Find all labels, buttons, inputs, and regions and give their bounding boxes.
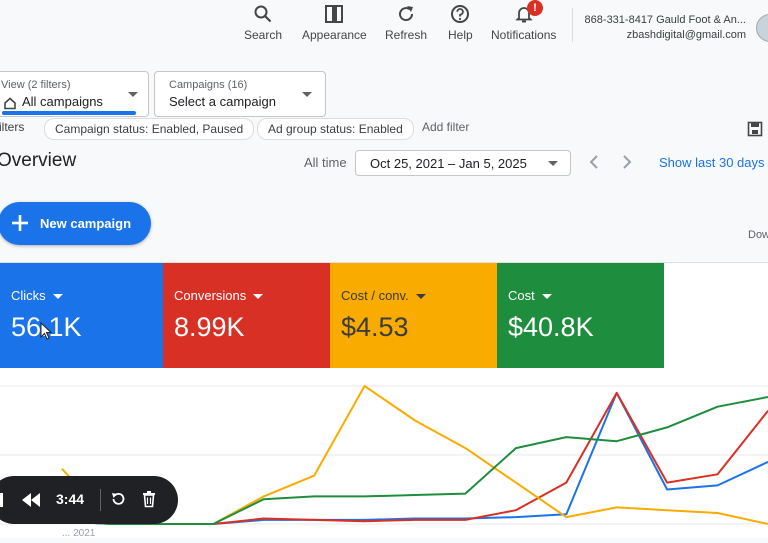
metric-value: $40.8K — [508, 312, 594, 342]
chevron-down-icon — [128, 92, 138, 97]
save-icon[interactable] — [747, 121, 763, 137]
caret-down-icon — [52, 294, 63, 300]
metric-card-cost[interactable]: Cost $40.8K — [497, 263, 664, 368]
appearance-icon — [325, 5, 344, 23]
refresh-button[interactable]: Refresh — [385, 4, 427, 42]
metric-card-clicks[interactable]: Clicks 56.1K — [0, 263, 163, 368]
view-caption: View (2 filters) — [1, 79, 71, 91]
player-divider — [100, 489, 101, 511]
chevron-down-icon — [302, 92, 312, 97]
date-preset-label: All time — [304, 155, 347, 170]
mouse-cursor-icon — [40, 322, 52, 340]
view-value: All campaigns — [22, 94, 103, 109]
delete-icon[interactable] — [141, 490, 157, 508]
metric-card-cost-per-conversion[interactable]: Cost / conv. $4.53 — [330, 263, 497, 368]
account-name: 868-331-8417 Gauld Foot & An... — [584, 14, 746, 26]
download-button[interactable]: Dow — [748, 229, 768, 241]
notifications-label: Notifications — [491, 28, 557, 42]
filter-chip-campaign-status[interactable]: Campaign status: Enabled, Paused — [44, 118, 255, 140]
toolbar-divider — [572, 8, 573, 42]
home-icon — [4, 97, 16, 110]
notifications-button[interactable]: ! Notifications — [491, 0, 557, 42]
help-button[interactable]: Help — [448, 4, 473, 42]
page-title: Overview — [0, 150, 77, 171]
search-icon — [254, 5, 272, 23]
help-label: Help — [448, 28, 473, 42]
search-label: Search — [244, 28, 283, 42]
view-active-indicator — [2, 111, 136, 115]
caret-down-icon — [415, 294, 426, 300]
show-last-30-days-link[interactable]: Show last 30 days — [659, 155, 765, 170]
x-axis-label: ... 2021 — [62, 528, 96, 538]
pause-icon[interactable] — [0, 493, 6, 507]
plus-icon — [12, 215, 28, 231]
video-player-controls: 3:44 — [0, 476, 178, 524]
chevron-left-icon[interactable] — [584, 150, 604, 174]
filter-bar: ilters Campaign status: Enabled, Paused … — [0, 116, 768, 140]
chevron-right-icon[interactable] — [617, 150, 637, 174]
metric-label: Cost / conv. — [341, 288, 426, 303]
help-icon — [451, 5, 470, 23]
metric-cards: Clicks 56.1K Conversions 8.99K Cost / co… — [0, 263, 768, 368]
date-range-picker[interactable]: Oct 25, 2021 – Jan 5, 2025 — [355, 150, 571, 176]
metric-card-conversions[interactable]: Conversions 8.99K — [163, 263, 330, 368]
chevron-down-icon — [548, 161, 558, 166]
account-email: zbashdigital@gmail.com — [626, 29, 746, 41]
search-button[interactable]: Search — [244, 4, 282, 42]
metric-label: Conversions — [174, 288, 264, 303]
metric-value: 8.99K — [174, 312, 245, 342]
metric-label: Clicks — [11, 288, 63, 303]
replay-icon[interactable] — [110, 491, 126, 507]
appearance-button[interactable]: Appearance — [302, 4, 367, 42]
avatar[interactable] — [756, 14, 768, 42]
playback-time: 3:44 — [56, 491, 85, 507]
appearance-label: Appearance — [302, 28, 367, 42]
filters-label: ilters — [0, 120, 25, 134]
top-toolbar: Search Appearance Refresh Help ! Notific… — [0, 0, 768, 50]
caret-down-icon — [253, 294, 264, 300]
campaign-selector[interactable]: Campaigns (16) Select a campaign — [154, 71, 326, 117]
new-campaign-label: New campaign — [40, 216, 132, 231]
date-range-value: Oct 25, 2021 – Jan 5, 2025 — [370, 156, 527, 171]
caret-down-icon — [541, 294, 552, 300]
rewind-icon[interactable] — [22, 493, 40, 507]
account-info[interactable]: 868-331-8417 Gauld Foot & An... zbashdig… — [585, 13, 746, 43]
metric-value: $4.53 — [341, 312, 409, 342]
campaign-value: Select a campaign — [169, 94, 276, 109]
campaign-caption: Campaigns (16) — [169, 79, 248, 91]
refresh-label: Refresh — [385, 28, 428, 42]
new-campaign-button[interactable]: New campaign — [0, 202, 151, 245]
add-filter-button[interactable]: Add filter — [422, 120, 469, 134]
metric-label: Cost — [508, 288, 552, 303]
notification-badge: ! — [527, 0, 543, 16]
refresh-icon — [399, 6, 414, 22]
filter-chip-ad-group-status[interactable]: Ad group status: Enabled — [257, 118, 414, 140]
